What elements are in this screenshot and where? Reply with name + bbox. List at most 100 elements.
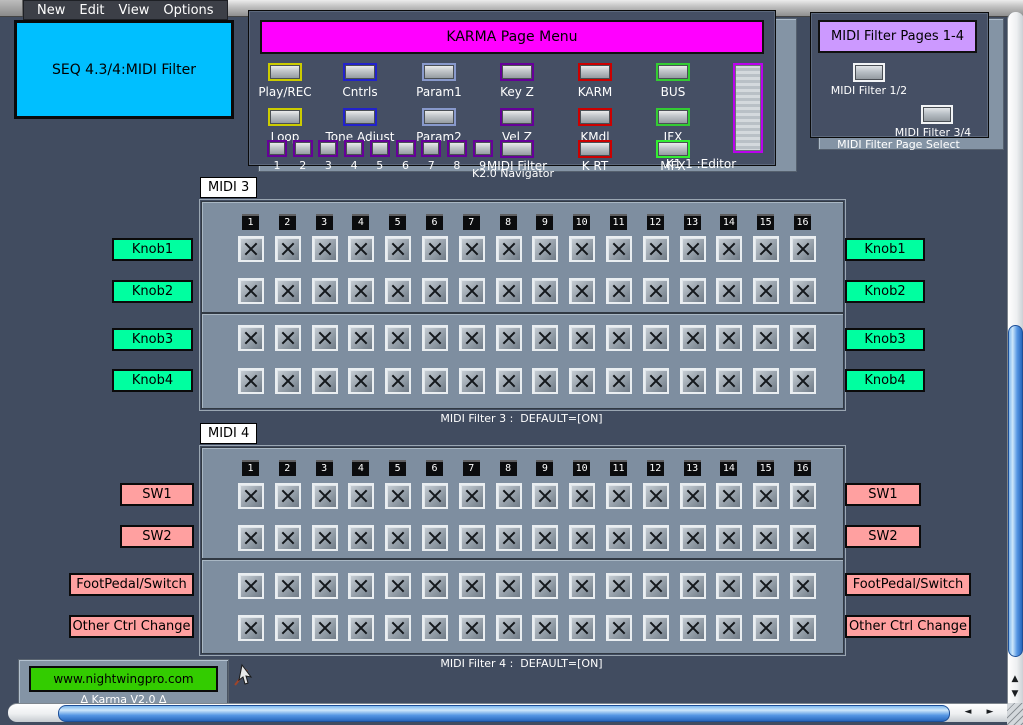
filter-checkbox[interactable]: [680, 525, 706, 551]
filter-checkbox[interactable]: [753, 236, 779, 262]
filter-checkbox[interactable]: [643, 278, 669, 304]
filter-checkbox[interactable]: [569, 325, 595, 351]
nav-button-k-rt[interactable]: [578, 140, 612, 158]
filter-checkbox[interactable]: [790, 368, 816, 394]
filter-checkbox[interactable]: [312, 483, 338, 509]
horizontal-scrollbar[interactable]: ◄ ►: [8, 703, 1007, 722]
scroll-down-icon[interactable]: ▼: [1007, 687, 1023, 702]
filter-checkbox[interactable]: [496, 368, 522, 394]
filter-checkbox[interactable]: [680, 278, 706, 304]
scroll-right-icon[interactable]: ►: [982, 705, 998, 720]
filter-checkbox[interactable]: [680, 236, 706, 262]
filter-checkbox[interactable]: [716, 615, 742, 641]
filter-checkbox[interactable]: [312, 525, 338, 551]
nav-button-loop[interactable]: [268, 108, 302, 126]
nav-button-tone-adjust[interactable]: [343, 108, 377, 126]
filter-checkbox[interactable]: [753, 368, 779, 394]
filter-checkbox[interactable]: [275, 525, 301, 551]
filter-checkbox[interactable]: [606, 615, 632, 641]
filter-checkbox[interactable]: [790, 573, 816, 599]
filter-checkbox[interactable]: [275, 236, 301, 262]
filter-checkbox[interactable]: [422, 525, 448, 551]
website-link[interactable]: www.nightwingpro.com: [29, 666, 218, 692]
filter-checkbox[interactable]: [716, 368, 742, 394]
filter-checkbox[interactable]: [385, 236, 411, 262]
filter-checkbox[interactable]: [790, 483, 816, 509]
filter-checkbox[interactable]: [606, 236, 632, 262]
vertical-scrollbar-thumb[interactable]: [1008, 325, 1023, 657]
filter-checkbox[interactable]: [496, 278, 522, 304]
filter-checkbox[interactable]: [238, 325, 264, 351]
menu-view[interactable]: View: [112, 3, 157, 18]
nav-button-cntrls[interactable]: [343, 63, 377, 81]
filter-checkbox[interactable]: [459, 236, 485, 262]
filter-checkbox[interactable]: [569, 525, 595, 551]
filter-checkbox[interactable]: [312, 236, 338, 262]
filter-checkbox[interactable]: [643, 325, 669, 351]
filter-checkbox[interactable]: [348, 278, 374, 304]
editor-button[interactable]: [733, 63, 763, 153]
filter-checkbox[interactable]: [385, 525, 411, 551]
filter-checkbox[interactable]: [532, 278, 558, 304]
filter-checkbox[interactable]: [532, 573, 558, 599]
nav-button-5[interactable]: [370, 140, 390, 157]
nav-button-ifx[interactable]: [656, 108, 690, 126]
nav-button-9[interactable]: [473, 140, 493, 157]
filter-checkbox[interactable]: [459, 278, 485, 304]
filter-checkbox[interactable]: [532, 236, 558, 262]
scroll-up-icon[interactable]: ▲: [1007, 672, 1023, 687]
midi-filter-1-2-button[interactable]: [853, 63, 885, 82]
filter-checkbox[interactable]: [716, 236, 742, 262]
filter-checkbox[interactable]: [385, 278, 411, 304]
filter-checkbox[interactable]: [459, 368, 485, 394]
filter-checkbox[interactable]: [275, 615, 301, 641]
filter-checkbox[interactable]: [716, 573, 742, 599]
filter-checkbox[interactable]: [606, 278, 632, 304]
filter-checkbox[interactable]: [312, 278, 338, 304]
filter-checkbox[interactable]: [312, 573, 338, 599]
filter-checkbox[interactable]: [238, 278, 264, 304]
filter-checkbox[interactable]: [680, 325, 706, 351]
filter-checkbox[interactable]: [680, 483, 706, 509]
filter-checkbox[interactable]: [753, 325, 779, 351]
filter-checkbox[interactable]: [790, 236, 816, 262]
filter-checkbox[interactable]: [753, 525, 779, 551]
filter-checkbox[interactable]: [716, 278, 742, 304]
filter-checkbox[interactable]: [422, 483, 448, 509]
menu-new[interactable]: New: [30, 3, 72, 18]
filter-checkbox[interactable]: [348, 525, 374, 551]
filter-checkbox[interactable]: [275, 368, 301, 394]
filter-checkbox[interactable]: [422, 368, 448, 394]
nav-button-4[interactable]: [344, 140, 364, 157]
filter-checkbox[interactable]: [348, 236, 374, 262]
filter-checkbox[interactable]: [496, 573, 522, 599]
filter-checkbox[interactable]: [238, 483, 264, 509]
filter-checkbox[interactable]: [606, 368, 632, 394]
filter-checkbox[interactable]: [496, 483, 522, 509]
filter-checkbox[interactable]: [312, 368, 338, 394]
filter-checkbox[interactable]: [753, 573, 779, 599]
filter-checkbox[interactable]: [643, 573, 669, 599]
filter-checkbox[interactable]: [643, 525, 669, 551]
nav-button-vel-z[interactable]: [500, 108, 534, 126]
filter-checkbox[interactable]: [422, 236, 448, 262]
nav-button-mfx[interactable]: [656, 140, 690, 158]
scroll-left-icon[interactable]: ◄: [960, 705, 976, 720]
filter-checkbox[interactable]: [275, 483, 301, 509]
filter-checkbox[interactable]: [385, 368, 411, 394]
filter-checkbox[interactable]: [348, 573, 374, 599]
filter-checkbox[interactable]: [459, 325, 485, 351]
filter-checkbox[interactable]: [238, 573, 264, 599]
filter-checkbox[interactable]: [422, 278, 448, 304]
nav-button-8[interactable]: [447, 140, 467, 157]
filter-checkbox[interactable]: [643, 236, 669, 262]
filter-checkbox[interactable]: [532, 368, 558, 394]
midi-filter-3-4-button[interactable]: [921, 105, 953, 124]
filter-checkbox[interactable]: [569, 368, 595, 394]
filter-checkbox[interactable]: [496, 325, 522, 351]
filter-checkbox[interactable]: [496, 236, 522, 262]
filter-checkbox[interactable]: [459, 525, 485, 551]
filter-checkbox[interactable]: [606, 525, 632, 551]
filter-checkbox[interactable]: [496, 525, 522, 551]
nav-button-7[interactable]: [421, 140, 441, 157]
